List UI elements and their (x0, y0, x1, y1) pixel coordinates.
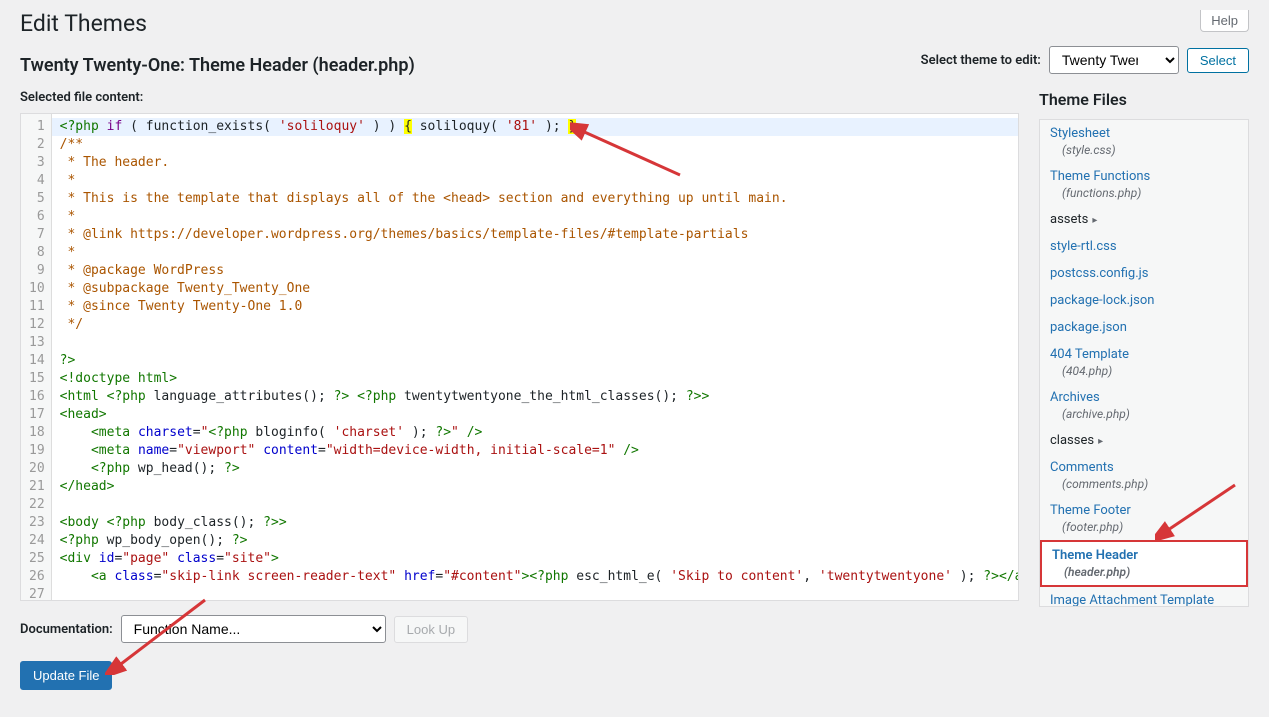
code-line[interactable]: * (60, 244, 1019, 262)
code-line[interactable]: ?> (60, 352, 1019, 370)
select-theme-label: Select theme to edit: (921, 53, 1041, 68)
code-line[interactable]: <?php wp_head(); ?> (60, 460, 1019, 478)
code-line[interactable]: * @since Twenty Twenty-One 1.0 (60, 298, 1019, 316)
lookup-button[interactable]: Look Up (394, 616, 468, 643)
theme-files-heading: Theme Files (1039, 90, 1249, 109)
code-line[interactable]: <html <?php language_attributes(); ?> <?… (60, 388, 1019, 406)
code-line[interactable]: <?php if ( function_exists( 'soliloquy' … (52, 118, 1019, 136)
code-line[interactable]: * The header. (60, 154, 1019, 172)
help-button[interactable]: Help (1200, 10, 1249, 32)
file-tree-item[interactable]: classes (1040, 427, 1248, 454)
code-line[interactable] (60, 334, 1019, 352)
code-line[interactable]: <meta charset="<?php bloginfo( 'charset'… (60, 424, 1019, 442)
code-line[interactable]: <a class="skip-link screen-reader-text" … (60, 568, 1019, 586)
file-tree-item[interactable]: Comments(comments.php) (1040, 454, 1248, 497)
file-tree-item[interactable]: postcss.config.js (1040, 260, 1248, 287)
file-tree-item[interactable]: Theme Header(header.php) (1040, 540, 1248, 587)
select-button[interactable]: Select (1187, 48, 1249, 73)
code-content[interactable]: <?php if ( function_exists( 'soliloquy' … (52, 114, 1019, 600)
code-line[interactable]: * (60, 172, 1019, 190)
code-line[interactable]: */ (60, 316, 1019, 334)
code-line[interactable]: <meta name="viewport" content="width=dev… (60, 442, 1019, 460)
file-tree-item[interactable]: package.json (1040, 314, 1248, 341)
file-tree-item[interactable]: style-rtl.css (1040, 233, 1248, 260)
file-tree[interactable]: Stylesheet(style.css)Theme Functions(fun… (1039, 119, 1249, 607)
line-gutter: 1234567891011121314151617181920212223242… (21, 114, 52, 600)
code-line[interactable]: * (60, 208, 1019, 226)
code-line[interactable]: * @subpackage Twenty_Twenty_One (60, 280, 1019, 298)
file-tree-item[interactable]: package-lock.json (1040, 287, 1248, 314)
file-tree-item[interactable]: 404 Template(404.php) (1040, 341, 1248, 384)
selected-file-label: Selected file content: (20, 90, 1019, 105)
file-tree-item[interactable]: Theme Footer(footer.php) (1040, 497, 1248, 540)
theme-select[interactable]: Twenty Twenty-One (1049, 46, 1179, 74)
code-line[interactable]: <?php wp_body_open(); ?> (60, 532, 1019, 550)
code-line[interactable]: /** (60, 136, 1019, 154)
code-line[interactable]: <div id="page" class="site"> (60, 550, 1019, 568)
code-line[interactable]: <body <?php body_class(); ?>> (60, 514, 1019, 532)
code-line[interactable]: * This is the template that displays all… (60, 190, 1019, 208)
file-tree-item[interactable]: assets (1040, 206, 1248, 233)
code-line[interactable]: * @link https://developer.wordpress.org/… (60, 226, 1019, 244)
file-tree-item[interactable]: Theme Functions(functions.php) (1040, 163, 1248, 206)
code-line[interactable] (60, 496, 1019, 514)
file-tree-item[interactable]: Image Attachment Template (1040, 587, 1248, 607)
update-file-button[interactable]: Update File (20, 661, 112, 690)
code-editor[interactable]: 1234567891011121314151617181920212223242… (20, 113, 1019, 601)
code-line[interactable]: <head> (60, 406, 1019, 424)
code-line[interactable]: <!doctype html> (60, 370, 1019, 388)
function-name-select[interactable]: Function Name... (121, 615, 386, 643)
documentation-label: Documentation: (20, 622, 113, 637)
page-title: Edit Themes (20, 10, 147, 37)
code-line[interactable] (60, 586, 1019, 601)
code-line[interactable]: * @package WordPress (60, 262, 1019, 280)
file-tree-item[interactable]: Stylesheet(style.css) (1040, 120, 1248, 163)
code-line[interactable]: </head> (60, 478, 1019, 496)
file-tree-item[interactable]: Archives(archive.php) (1040, 384, 1248, 427)
